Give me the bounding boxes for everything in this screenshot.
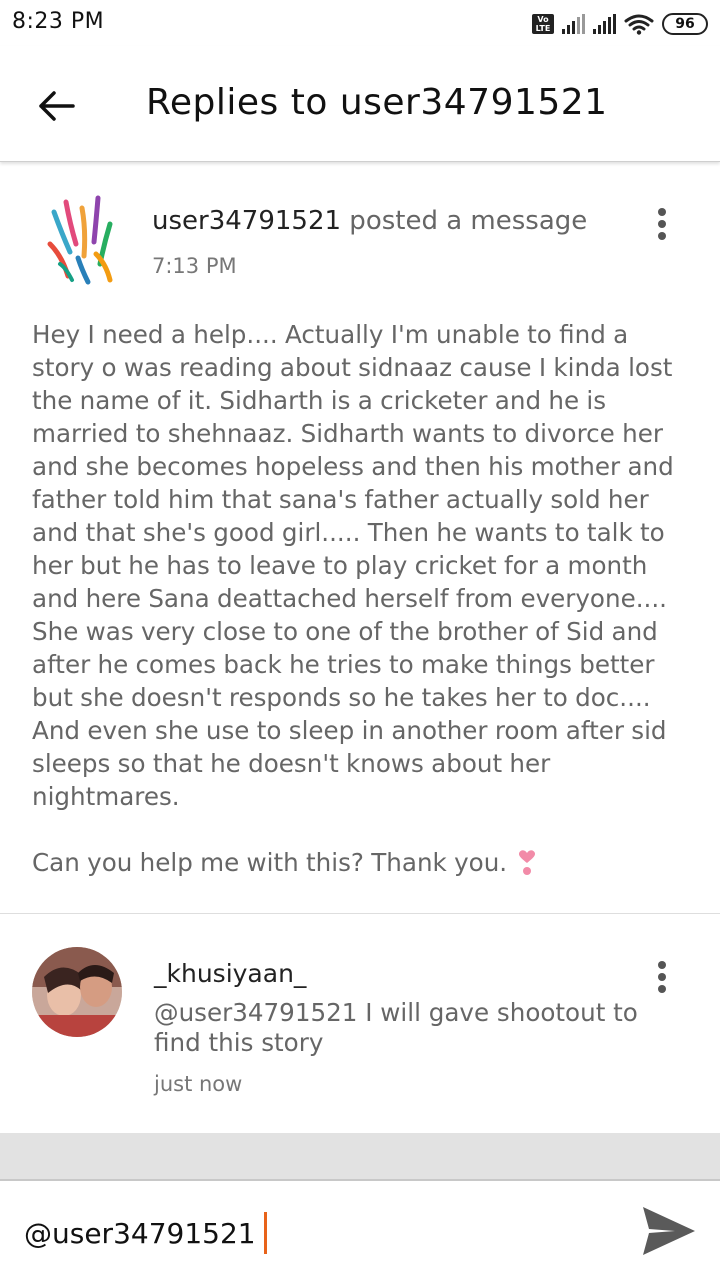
dot xyxy=(658,208,666,216)
send-icon xyxy=(643,1207,695,1255)
battery-level: 96 xyxy=(675,16,695,32)
feathers-avatar-image xyxy=(47,195,113,285)
signal-icon xyxy=(593,14,616,34)
heart-exclamation-emoji xyxy=(519,850,536,875)
post-meta: user34791521 posted a message 7:13 PM xyxy=(152,206,587,278)
original-post: user34791521 posted a message 7:13 PM He… xyxy=(0,162,720,914)
post-paragraph-closing: Can you help me with this? Thank you. xyxy=(32,846,692,879)
status-time: 8:23 PM xyxy=(12,9,105,34)
post-closing-text: Can you help me with this? Thank you. xyxy=(32,848,508,877)
reply-timestamp: just now xyxy=(154,1072,243,1096)
reply-input[interactable]: @user34791521 xyxy=(24,1211,267,1255)
volte-icon: Vo LTE xyxy=(532,14,554,34)
dot xyxy=(658,985,666,993)
post-more-button[interactable] xyxy=(647,202,677,246)
divider-band xyxy=(0,1133,720,1179)
dot xyxy=(658,961,666,969)
wifi-icon xyxy=(624,14,654,35)
couple-photo-avatar-image xyxy=(32,947,122,1037)
post-username[interactable]: user34791521 xyxy=(152,206,341,236)
signal-icon xyxy=(562,14,585,34)
reply-composer: @user34791521 xyxy=(0,1179,720,1280)
back-button[interactable] xyxy=(32,82,80,130)
reply-item: _khusiyaan_ @user34791521 I will gave sh… xyxy=(0,915,720,1133)
dot xyxy=(658,232,666,240)
reply-avatar[interactable] xyxy=(32,947,122,1037)
post-body: Hey I need a help.... Actually I'm unabl… xyxy=(32,318,692,879)
reply-text: @user34791521 I will gave shootout to fi… xyxy=(154,998,638,1057)
dot xyxy=(658,220,666,228)
app-bar: Replies to user34791521 xyxy=(0,46,720,162)
reply-more-button[interactable] xyxy=(647,955,677,999)
send-button[interactable] xyxy=(638,1203,700,1259)
post-action: posted a message xyxy=(341,206,588,236)
page-title: Replies to user34791521 xyxy=(146,82,608,123)
battery-icon: 96 xyxy=(662,13,708,35)
status-bar: 8:23 PM Vo LTE 96 xyxy=(0,0,720,46)
post-header-line: user34791521 posted a message xyxy=(152,206,587,236)
reply-content: _khusiyaan_ @user34791521 I will gave sh… xyxy=(154,959,674,1096)
text-caret xyxy=(263,1212,267,1254)
user-avatar[interactable] xyxy=(44,194,120,286)
reply-input-value: @user34791521 xyxy=(24,1216,256,1250)
post-paragraph: Hey I need a help.... Actually I'm unabl… xyxy=(32,320,682,811)
dot xyxy=(658,973,666,981)
arrow-left-icon xyxy=(39,91,75,121)
status-icons: Vo LTE 96 xyxy=(532,11,708,37)
post-timestamp: 7:13 PM xyxy=(152,254,237,278)
reply-username[interactable]: _khusiyaan_ xyxy=(154,959,674,988)
